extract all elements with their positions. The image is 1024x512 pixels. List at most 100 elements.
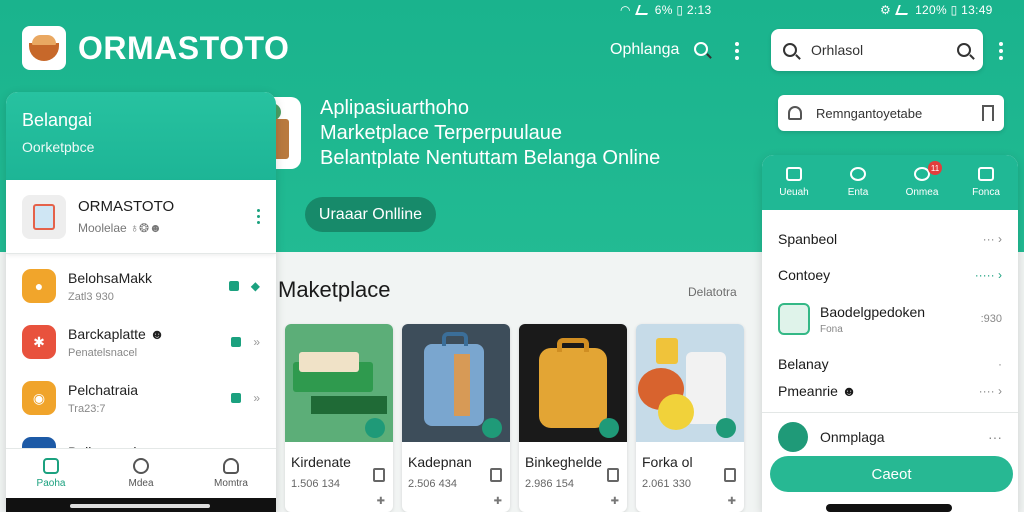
home-icon xyxy=(43,458,59,474)
top-tabs: Ueuah Enta 11 Onmea Fonca xyxy=(762,155,1018,210)
menu-row-label: Spanbeol xyxy=(778,231,838,247)
notification-bar[interactable]: Remngantoyetabe xyxy=(778,95,1004,131)
list-item[interactable]: ◉ Pelchatraia Tra23:7 » xyxy=(6,370,276,426)
product-card[interactable]: Binkeghelde 2.986 154 ✚ xyxy=(519,324,627,512)
add-icon[interactable]: ✚ xyxy=(728,496,736,507)
see-all-link[interactable]: Delatotra xyxy=(688,285,737,299)
tab-chat[interactable]: 11 Onmea xyxy=(890,155,954,210)
left-phone-screen: Belangai Oorketpbce ORMASTOTO Moolelae ♁… xyxy=(6,92,276,512)
header-link[interactable]: Ophlanga xyxy=(610,41,679,59)
product-card[interactable]: Forka ol 2.061 330 ✚ xyxy=(636,324,744,512)
chevron-right-icon: ···· › xyxy=(978,384,1002,398)
online-label: Onmplaga xyxy=(820,429,885,445)
add-icon[interactable]: ✚ xyxy=(494,496,502,507)
tag-icon xyxy=(231,337,242,347)
menu-row[interactable]: Contoey ····· › xyxy=(762,262,1018,288)
more-icon[interactable] xyxy=(999,42,1003,60)
menu-row-label: Pmeanrie ☻ xyxy=(778,383,857,399)
product-card[interactable]: Kadepnan 2.506 434 ✚ xyxy=(402,324,510,512)
store-icon xyxy=(778,303,810,335)
search-submit-icon[interactable] xyxy=(957,43,971,57)
product-grid: Kirdenate 1.506 134 ✚ Kadepnan 2.506 434… xyxy=(285,324,744,512)
more-icon[interactable] xyxy=(735,42,739,60)
list-item-sub: Zatl3 930 xyxy=(68,290,114,303)
store-badge-icon xyxy=(716,418,736,438)
store-icon xyxy=(22,194,66,239)
store-subtitle: Fona xyxy=(820,323,843,335)
product-name: Binkeghelde xyxy=(525,454,603,470)
menu-row[interactable]: Pmeanrie ☻ ···· › xyxy=(762,378,1018,404)
list-item[interactable]: ✱ Barckaplatte ☻ Penatelsnacel » xyxy=(6,314,276,370)
tab-home[interactable]: Ueuah xyxy=(762,155,826,210)
cart-icon[interactable] xyxy=(724,468,736,482)
store-badge-icon xyxy=(365,418,385,438)
settings-icon: ⚙ xyxy=(880,3,892,17)
section-title: Maketplace xyxy=(278,277,391,302)
tab-explore[interactable]: Enta xyxy=(826,155,890,210)
cart-icon[interactable] xyxy=(490,468,502,482)
product-card[interactable]: Kirdenate 1.506 134 ✚ xyxy=(285,324,393,512)
menu-row[interactable]: Belanay · xyxy=(762,350,1018,378)
store-subtitle: Moolelae ♁❂☻ xyxy=(78,221,162,235)
user-icon xyxy=(223,458,239,474)
product-name: Kadepnan xyxy=(408,454,472,470)
nav-label: Momtra xyxy=(214,478,248,489)
chevron-right-icon[interactable]: » xyxy=(253,391,260,405)
bottom-navigation: Paoha Mdea Momtra xyxy=(6,448,276,498)
store-card[interactable]: ORMASTOTO Moolelae ♁❂☻ xyxy=(6,180,276,254)
cart-icon[interactable] xyxy=(373,468,385,482)
send-icon xyxy=(978,167,994,181)
list-item[interactable]: ● BelohsaMakk Zatl3 930 ◆ xyxy=(6,258,276,314)
hero-line-3: Belantplate Nentuttam Belanga Online xyxy=(320,147,661,169)
nav-label: Mdea xyxy=(128,478,154,489)
online-row[interactable]: Onmplaga ··· xyxy=(762,413,1018,461)
nav-tab-profile[interactable]: Momtra xyxy=(186,449,276,498)
chevron-right-icon: ··· › xyxy=(982,232,1002,246)
nav-tab-media[interactable]: Mdea xyxy=(96,449,186,498)
search-input[interactable]: Orhlasol xyxy=(811,42,943,58)
gesture-bar xyxy=(6,498,276,512)
add-icon[interactable]: ✚ xyxy=(377,496,385,507)
menu-row[interactable]: Spanbeol ··· › xyxy=(762,216,1018,262)
tab-favorites[interactable]: Fonca xyxy=(954,155,1018,210)
add-icon[interactable]: ✚ xyxy=(611,496,619,507)
menu-row-label: Contoey xyxy=(778,267,831,283)
store-name: Baodelgpedoken xyxy=(820,303,926,320)
more-icon[interactable]: ··· xyxy=(988,429,1002,445)
chevron-right-icon: ····· › xyxy=(974,268,1002,282)
search-icon[interactable] xyxy=(694,39,708,62)
gesture-bar xyxy=(826,504,952,512)
diamond-icon: ◆ xyxy=(250,279,260,293)
app-logo[interactable] xyxy=(22,26,66,70)
left-phone-subtitle: Oorketpbce xyxy=(22,139,95,155)
hero-headline: Aplipasiuarthoho Marketplace Terperpuula… xyxy=(320,96,660,171)
product-name: Kirdenate xyxy=(291,454,351,470)
bookmark-icon[interactable] xyxy=(982,105,994,121)
chat-bubble-icon xyxy=(778,422,808,452)
status-bar-left: ◠ 6% ▯ 2:13 xyxy=(620,3,711,17)
tab-label: Fonca xyxy=(972,187,1000,198)
shop-icon: ● xyxy=(22,269,56,303)
notification-badge: 11 xyxy=(928,161,942,175)
list-item-name: BelohsaMakk xyxy=(68,269,153,286)
signal-icon xyxy=(634,5,651,15)
nav-tab-home[interactable]: Paoha xyxy=(6,449,96,498)
primary-button[interactable]: Caeot xyxy=(770,456,1013,492)
cta-button[interactable]: Uraaar Onlline xyxy=(305,197,436,232)
list-item-sub: Penatelsnacel xyxy=(68,346,138,359)
wifi-icon: ◠ xyxy=(620,3,631,17)
chevron-right-icon[interactable]: » xyxy=(253,335,260,349)
search-bar[interactable]: Orhlasol xyxy=(771,29,983,71)
shop-icon: ◉ xyxy=(22,381,56,415)
shop-icon: ✱ xyxy=(22,325,56,359)
more-icon[interactable] xyxy=(257,209,260,224)
list-item-sub: Tra23:7 xyxy=(68,402,106,415)
status-text: 120% ▯ 13:49 xyxy=(915,3,993,17)
menu-row-label: Belanay xyxy=(778,356,829,372)
cart-icon[interactable] xyxy=(607,468,619,482)
list-item-name: Pelchatraia xyxy=(68,381,139,398)
tab-label: Onmea xyxy=(905,187,939,198)
app-title: ORMASTOTO xyxy=(78,30,290,66)
left-phone-header: Belangai Oorketpbce xyxy=(6,92,276,180)
store-row[interactable]: Baodelgpedoken Fona :930 xyxy=(762,288,1018,350)
